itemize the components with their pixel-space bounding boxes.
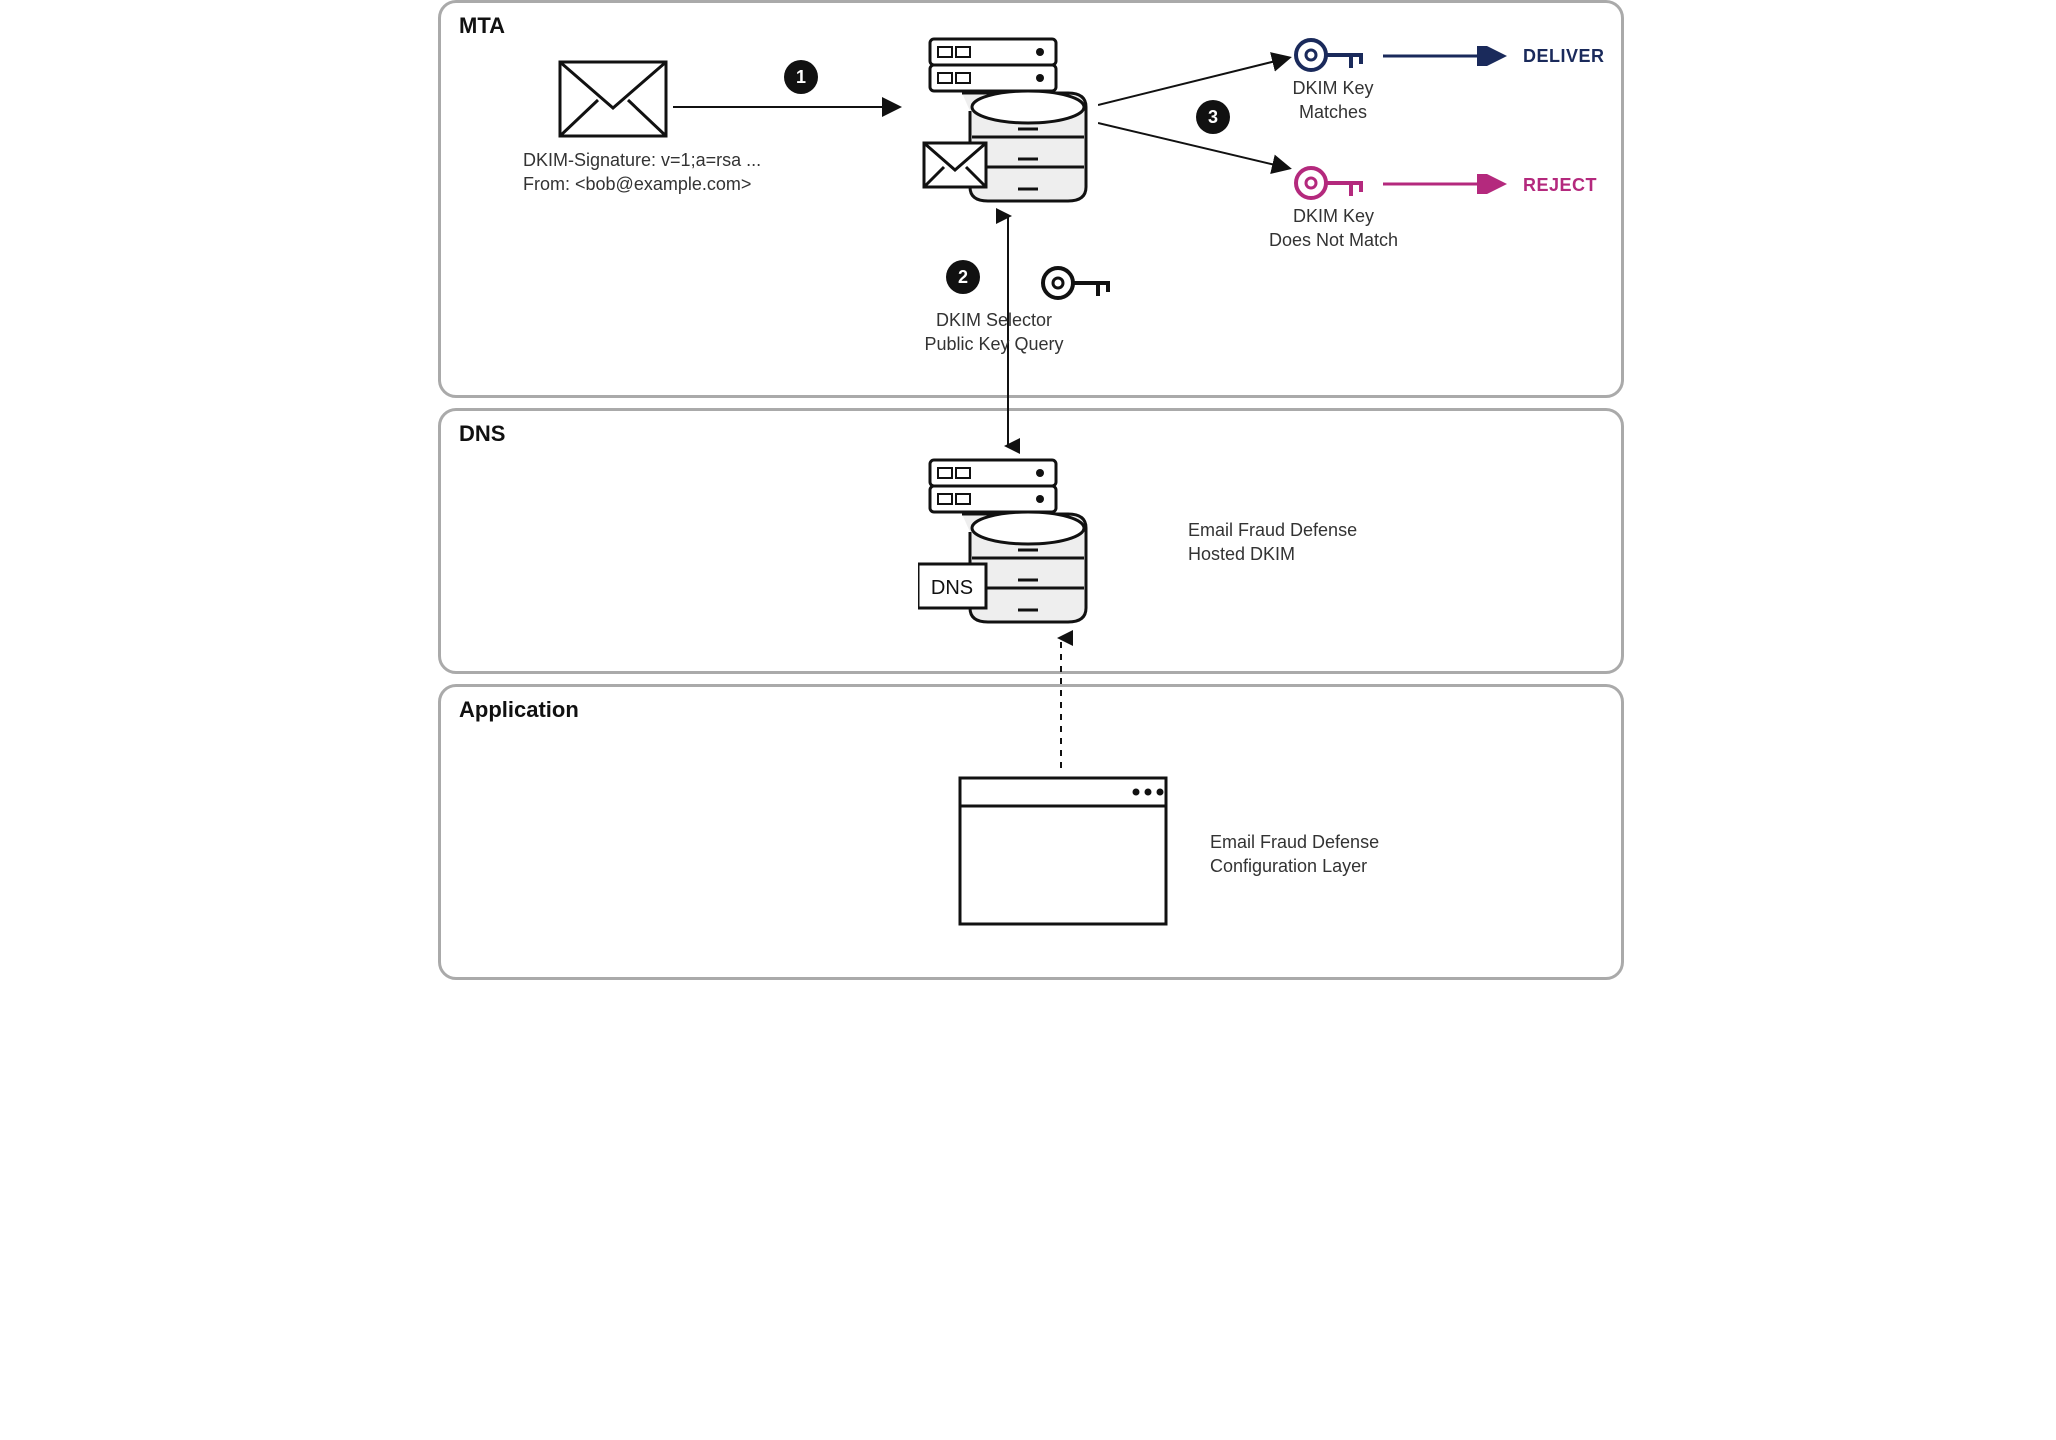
key-nomatch-label: DKIM KeyDoes Not Match xyxy=(1256,204,1411,253)
arrow-server-to-nomatch xyxy=(1098,118,1298,178)
from-header: From: <bob@example.com> xyxy=(523,172,803,196)
public-key-icon xyxy=(1038,258,1118,308)
key-nomatch-icon xyxy=(1291,158,1371,208)
application-window-icon xyxy=(958,776,1168,926)
step-1-badge: 1 xyxy=(784,60,818,94)
dns-service-label: Email Fraud DefenseHosted DKIM xyxy=(1188,518,1418,567)
dns-server-icon: DNS xyxy=(918,456,1098,626)
step-2-badge: 2 xyxy=(946,260,980,294)
mta-server-icon xyxy=(918,35,1098,205)
section-application-title: Application xyxy=(459,697,579,723)
dkim-query-label: DKIM SelectorPublic Key Query xyxy=(894,308,1094,357)
application-service-label: Email Fraud DefenseConfiguration Layer xyxy=(1210,830,1440,879)
email-icon xyxy=(558,60,668,138)
key-match-label: DKIM KeyMatches xyxy=(1268,76,1398,125)
verdict-reject: REJECT xyxy=(1523,175,1597,196)
dkim-signature-header: DKIM-Signature: v=1;a=rsa ... xyxy=(523,148,803,172)
section-mta-title: MTA xyxy=(459,13,505,39)
diagram-stage: MTA DNS Application DKIM-Signature: v=1;… xyxy=(428,0,1628,1020)
dns-tag: DNS xyxy=(931,577,973,599)
step-3-badge: 3 xyxy=(1196,100,1230,134)
arrow-app-to-dns xyxy=(1049,628,1073,778)
arrow-to-reject xyxy=(1383,174,1513,194)
arrow-to-deliver xyxy=(1383,46,1513,66)
key-match-icon xyxy=(1291,30,1371,80)
section-dns-title: DNS xyxy=(459,421,505,447)
email-headers: DKIM-Signature: v=1;a=rsa ... From: <bob… xyxy=(523,148,803,197)
verdict-deliver: DELIVER xyxy=(1523,46,1605,67)
arrow-mail-to-mta xyxy=(673,97,913,117)
